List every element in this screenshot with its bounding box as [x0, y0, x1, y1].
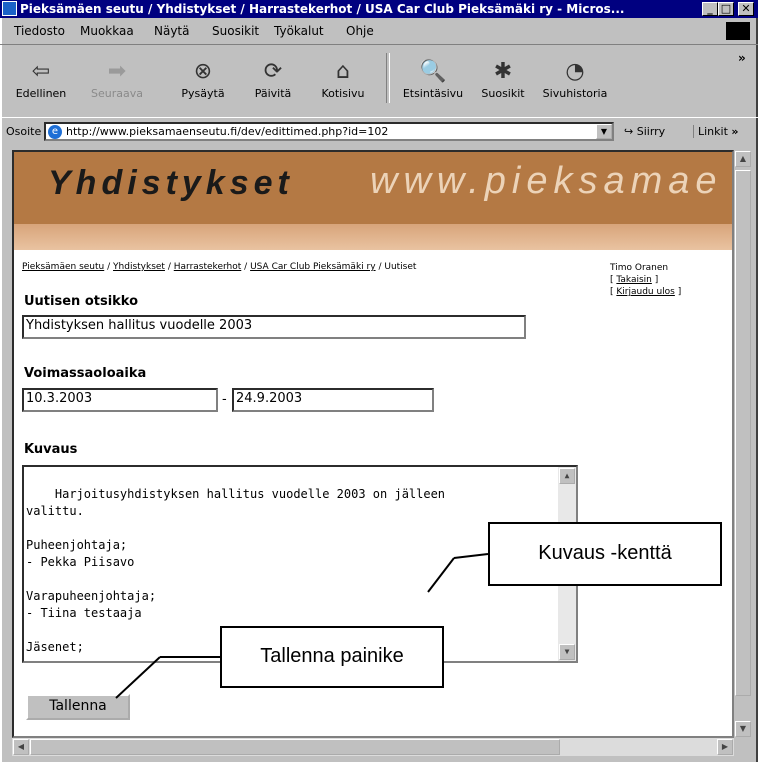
window-title: Pieksämäen seutu / Yhdistykset / Harrast…	[20, 2, 625, 16]
page-icon: e	[48, 125, 62, 139]
home-icon: ⌂	[336, 59, 350, 84]
search-icon: 🔍	[419, 59, 447, 84]
description-label: Kuvaus	[24, 442, 78, 457]
callout-save-button: Tallenna painike	[220, 626, 444, 688]
links-button[interactable]: Linkit »	[693, 125, 739, 138]
title-input[interactable]: Yhdistyksen hallitus vuodelle 2003	[22, 315, 526, 339]
search-button[interactable]: 🔍 Etsintäsivu	[398, 59, 468, 101]
address-label: Osoite	[6, 125, 42, 138]
home-button[interactable]: ⌂ Kotisivu	[308, 59, 378, 101]
refresh-icon: ⟳	[263, 59, 283, 84]
menu-bar: Tiedosto Muokkaa Näytä Suosikit Työkalut…	[0, 20, 758, 42]
breadcrumb-current: Uutiset	[384, 262, 417, 272]
breadcrumb: Pieksämäen seutu / Yhdistykset / Harrast…	[22, 262, 417, 272]
date-separator: -	[222, 392, 227, 407]
menu-view[interactable]: Näytä	[154, 20, 190, 42]
breadcrumb-link-yhdistykset[interactable]: Yhdistykset	[113, 262, 165, 272]
history-button[interactable]: ◔ Sivuhistoria	[540, 59, 610, 101]
callout-description-field: Kuvaus -kenttä	[488, 522, 722, 586]
page-scroll-up-button[interactable]: ▲	[735, 151, 751, 167]
banner-url: www.pieksamae	[370, 160, 723, 202]
address-url: http://www.pieksamaenseutu.fi/dev/editti…	[66, 125, 389, 138]
page-scroll-thumb[interactable]	[735, 170, 751, 696]
page-horizontal-scrollbar[interactable]: ◀ ▶	[12, 738, 734, 756]
banner-title: Yhdistykset	[48, 164, 294, 202]
close-button[interactable]: ✕	[738, 2, 754, 16]
back-arrow-icon: ⇦	[31, 59, 51, 84]
banner-strip	[14, 224, 732, 250]
back-button[interactable]: ⇦ Edellinen	[6, 59, 76, 101]
go-arrow-icon: ↪	[624, 125, 634, 138]
stop-button[interactable]: ⊗ Pysäytä	[168, 59, 238, 101]
go-button[interactable]: ↪ Siirry	[624, 125, 665, 138]
page-content: Yhdistykset www.pieksamae Pieksämäen seu…	[12, 150, 734, 738]
toolbar-more-chevron[interactable]: »	[738, 51, 746, 65]
address-dropdown-button[interactable]: ▼	[596, 124, 612, 139]
breadcrumb-link-harrastekerhot[interactable]: Harrastekerhot	[174, 262, 242, 272]
stop-icon: ⊗	[193, 59, 213, 84]
page-vertical-scrollbar[interactable]: ▲ ▼	[734, 150, 752, 738]
page-scroll-down-button[interactable]: ▼	[735, 721, 751, 737]
user-name: Timo Oranen	[610, 263, 669, 273]
menu-help[interactable]: Ohje	[346, 20, 374, 42]
scroll-up-button[interactable]: ▲	[559, 468, 575, 484]
forward-button[interactable]: ➡ Seuraava	[82, 59, 152, 101]
logout-link[interactable]: Kirjaudu ulos	[616, 287, 675, 297]
address-input[interactable]: e http://www.pieksamaenseutu.fi/dev/edit…	[44, 122, 614, 141]
breadcrumb-link-usa-car-club[interactable]: USA Car Club Pieksämäki ry	[250, 262, 375, 272]
windows-logo-icon	[726, 22, 750, 40]
toolbar: ⇦ Edellinen ➡ Seuraava ⊗ Pysäytä ⟳ Päivi…	[0, 44, 758, 118]
scroll-down-button[interactable]: ▼	[559, 644, 575, 660]
menu-file[interactable]: Tiedosto	[14, 20, 65, 42]
page-scroll-left-button[interactable]: ◀	[13, 739, 29, 755]
save-button[interactable]: Tallenna	[26, 694, 130, 720]
ie-logo-icon	[2, 1, 17, 16]
header-banner: Yhdistykset www.pieksamae	[14, 152, 732, 224]
minimize-button[interactable]: _	[702, 2, 718, 16]
title-bar: Pieksämäen seutu / Yhdistykset / Harrast…	[0, 0, 758, 18]
favorites-icon: ✱	[493, 59, 513, 84]
back-link[interactable]: Takaisin	[616, 275, 652, 285]
menu-tools[interactable]: Työkalut	[274, 20, 324, 42]
menu-edit[interactable]: Muokkaa	[80, 20, 134, 42]
start-date-input[interactable]: 10.3.2003	[22, 388, 218, 412]
favorites-button[interactable]: ✱ Suosikit	[468, 59, 538, 101]
breadcrumb-link-pieksamaen-seutu[interactable]: Pieksämäen seutu	[22, 262, 104, 272]
forward-arrow-icon: ➡	[107, 59, 127, 84]
history-icon: ◔	[565, 59, 585, 84]
page-scroll-right-button[interactable]: ▶	[717, 739, 733, 755]
end-date-input[interactable]: 24.9.2003	[232, 388, 434, 412]
maximize-button[interactable]: □	[718, 2, 734, 16]
address-bar: Osoite e http://www.pieksamaenseutu.fi/d…	[0, 120, 758, 144]
validity-label: Voimassaoloaika	[24, 366, 147, 381]
menu-favorites[interactable]: Suosikit	[212, 20, 259, 42]
page-hscroll-thumb[interactable]	[30, 739, 560, 755]
toolbar-separator	[386, 53, 390, 103]
title-label: Uutisen otsikko	[24, 294, 139, 309]
user-box: Timo Oranen [ Takaisin ] [ Kirjaudu ulos…	[610, 263, 682, 297]
refresh-button[interactable]: ⟳ Päivitä	[238, 59, 308, 101]
